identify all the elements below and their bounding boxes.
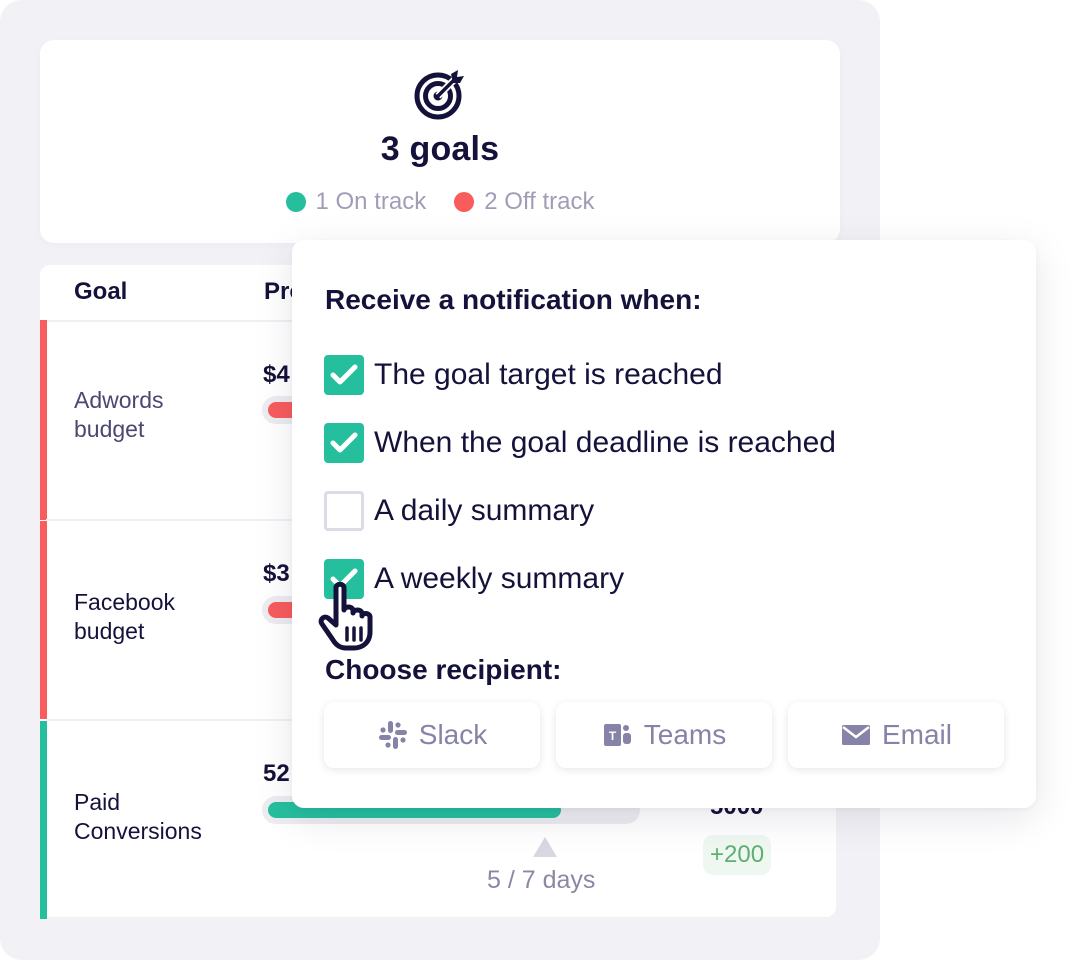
- svg-text:T: T: [609, 729, 617, 743]
- slack-button[interactable]: Slack: [324, 702, 540, 768]
- option-goal-target-reached[interactable]: The goal target is reached: [324, 355, 723, 395]
- row-status-bar: [40, 521, 47, 719]
- option-daily-summary[interactable]: A daily summary: [324, 491, 594, 531]
- checkmark-icon: [330, 364, 358, 385]
- option-goal-deadline-reached[interactable]: When the goal deadline is reached: [324, 423, 836, 463]
- goal-name-line: Conversions: [74, 818, 202, 844]
- option-label: A daily summary: [374, 494, 595, 527]
- off-track-status: 2 Off track: [454, 188, 594, 216]
- checkbox-unchecked[interactable]: [324, 491, 364, 531]
- on-track-dot-icon: [285, 192, 306, 212]
- progress-value: $3: [263, 560, 290, 587]
- target-icon: [414, 70, 464, 120]
- goals-count-title: 3 goals: [380, 130, 500, 168]
- email-label: Email: [881, 719, 952, 750]
- progress-value: $4: [263, 361, 290, 388]
- slack-label: Slack: [418, 719, 488, 750]
- option-label: When the goal deadline is reached: [374, 426, 836, 459]
- teams-button[interactable]: T Teams: [556, 702, 772, 768]
- checkbox-checked[interactable]: [324, 423, 364, 463]
- off-track-dot-icon: [454, 192, 475, 212]
- progress-value: 52: [263, 760, 290, 787]
- column-header-goal: Goal: [74, 278, 128, 305]
- off-track-label: 2 Off track: [484, 188, 595, 215]
- recipient-title: Choose recipient:: [325, 654, 562, 685]
- slack-icon: [378, 721, 407, 749]
- on-track-label: 1 On track: [315, 188, 427, 215]
- teams-icon: T: [603, 724, 631, 746]
- teams-label: Teams: [643, 719, 727, 750]
- checkmark-icon: [330, 432, 358, 453]
- goal-name[interactable]: Paid Conversions: [74, 788, 202, 846]
- option-label: The goal target is reached: [374, 358, 723, 391]
- email-icon: [841, 725, 870, 745]
- option-label: A weekly summary: [374, 562, 625, 595]
- checkbox-checked[interactable]: [324, 355, 364, 395]
- notification-title: Receive a notification when:: [325, 284, 702, 315]
- goal-name[interactable]: Adwords budget: [74, 386, 163, 444]
- on-track-status: 1 On track: [285, 188, 427, 216]
- time-marker-icon: [533, 837, 557, 857]
- goal-name-line: budget: [74, 618, 145, 644]
- goal-name-line: budget: [74, 416, 145, 442]
- elapsed-days: 5 / 7 days: [487, 866, 596, 894]
- row-status-bar: [40, 320, 47, 520]
- goal-name-line: Facebook: [74, 589, 176, 615]
- goal-status-summary: 1 On track 2 Off track: [0, 188, 880, 216]
- hand-pointer-cursor-icon: [318, 581, 373, 651]
- delta-badge: +200: [703, 835, 772, 875]
- goal-name-line: Paid: [74, 789, 121, 815]
- goal-name-line: Adwords: [74, 387, 164, 413]
- email-button[interactable]: Email: [788, 702, 1004, 768]
- row-status-bar: [40, 721, 47, 919]
- goal-name[interactable]: Facebook budget: [74, 588, 175, 646]
